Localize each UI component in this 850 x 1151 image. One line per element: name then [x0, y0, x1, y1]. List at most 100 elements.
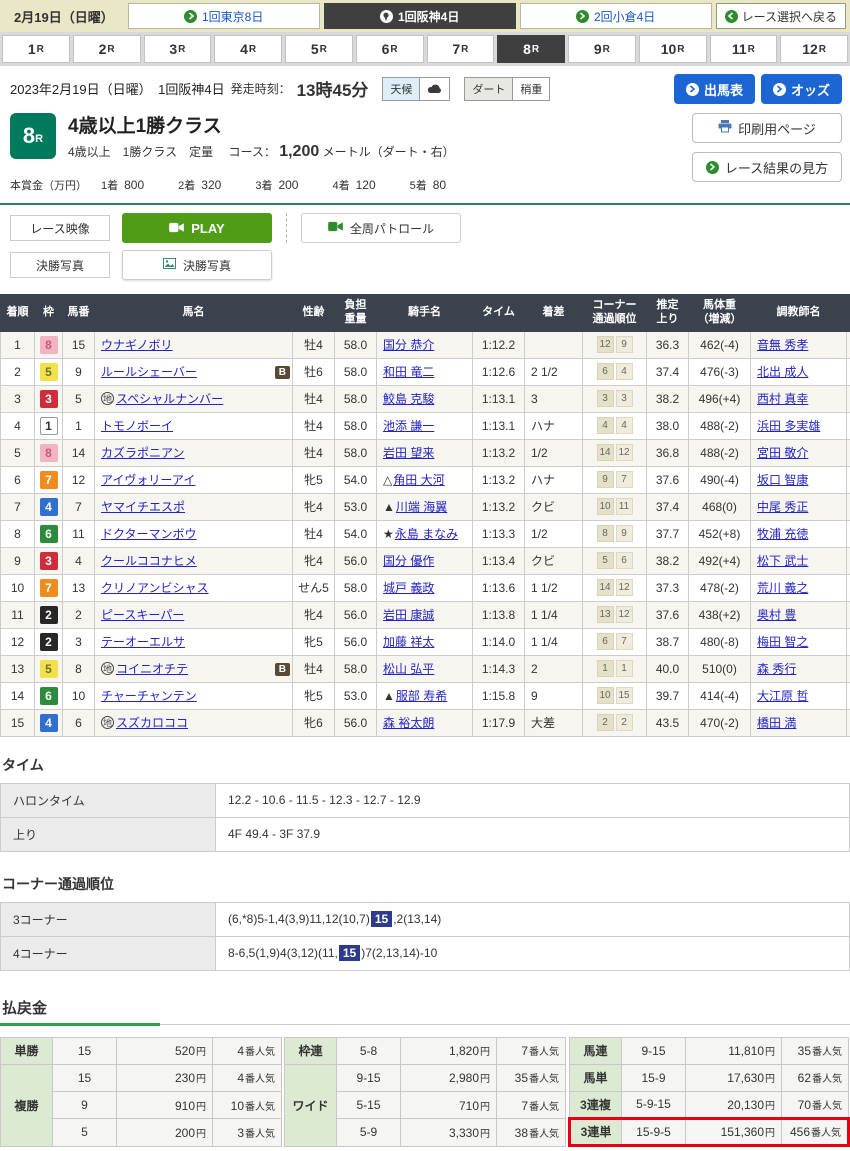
horse-name-link[interactable]: チャーチャンテン [101, 689, 197, 703]
jockey-link[interactable]: 松山 弘平 [383, 662, 434, 676]
time-cell: 1:13.6 [473, 574, 525, 601]
apprentice-mark: ▲ [383, 689, 395, 703]
trainer-link[interactable]: 坂口 智康 [757, 473, 808, 487]
horse-name-link[interactable]: スズカロココ [116, 716, 188, 730]
race-tab[interactable]: 1R [2, 35, 70, 63]
horse-name-link[interactable]: クリノアンビシャス [101, 581, 209, 595]
corner-order-cell: 1011 [583, 493, 647, 520]
time-cell: 1:13.8 [473, 601, 525, 628]
weather-badge: 天候 [382, 77, 450, 101]
day-tab-kokura[interactable]: 2回小倉4日 [520, 3, 712, 29]
result-row: 13 5 8 地コイニオチテB 牡4 58.0 松山 弘平 1:14.3 2 1… [1, 655, 850, 682]
jockey-link[interactable]: 角田 大河 [393, 473, 444, 487]
corner-order-cell: 129 [583, 331, 647, 358]
trainer-link[interactable]: 西村 真幸 [757, 392, 808, 406]
frame-badge: 4 [40, 714, 58, 732]
patrol-video-button[interactable]: 全周パトロール [301, 213, 461, 243]
trainer-link[interactable]: 音無 秀孝 [757, 338, 808, 352]
trainer-link[interactable]: 宮田 敬介 [757, 446, 808, 460]
trainer-link[interactable]: 荒川 義之 [757, 581, 808, 595]
jockey-link[interactable]: 国分 恭介 [383, 338, 434, 352]
trifecta-combo: 15-9-5 [622, 1118, 686, 1145]
jockey-link[interactable]: 岩田 康誠 [383, 608, 434, 622]
quinella-popularity: 35番人気 [782, 1037, 849, 1064]
trainer-link[interactable]: 梅田 智之 [757, 635, 808, 649]
race-conditions: 4歳以上 1勝クラス 定量 コース： 1,200 メートル（ダート・右） [68, 143, 455, 161]
print-page-button[interactable]: 印刷用ページ [692, 113, 842, 143]
horse-name-link[interactable]: ウナギノボリ [101, 338, 173, 352]
race-tab[interactable]: 5R [285, 35, 353, 63]
results-guide-button[interactable]: レース結果の見方 [692, 152, 842, 182]
day-tabs: 1回東京8日 1回阪神4日 2回小倉4日 [128, 3, 712, 29]
jockey-link[interactable]: 城戸 義政 [383, 581, 434, 595]
finish-pos-cell: 11 [1, 601, 35, 628]
race-tab[interactable]: 7R [427, 35, 495, 63]
weight-carried-cell: 53.0 [335, 682, 377, 709]
trainer-link[interactable]: 松下 武士 [757, 554, 808, 568]
jockey-link[interactable]: 国分 優作 [383, 554, 434, 568]
race-tab[interactable]: 11R [710, 35, 778, 63]
horse-name-link[interactable]: ドクターマンボウ [101, 527, 197, 541]
corner3-pos: 13 [597, 606, 614, 623]
race-tab[interactable]: 8R [497, 35, 565, 63]
race-tab[interactable]: 3R [144, 35, 212, 63]
jockey-link[interactable]: 森 裕太朗 [383, 716, 434, 730]
race-tab[interactable]: 6R [356, 35, 424, 63]
horse-name-link[interactable]: トモノボーイ [101, 419, 173, 433]
horse-name-link[interactable]: アイヴォリーアイ [101, 473, 195, 487]
trainer-link[interactable]: 中尾 秀正 [757, 500, 808, 514]
result-row: 12 2 3 テーオーエルサ 牝5 56.0 加藤 祥太 1:14.0 1 1/… [1, 628, 850, 655]
trainer-cell: 橋田 満 [751, 709, 847, 736]
horse-name-link[interactable]: ルールシェーバー [101, 365, 197, 379]
jockey-link[interactable]: 鮫島 克駿 [383, 392, 434, 406]
payout-row-quinella: 馬連 9-15 11,810円 35番人気 [570, 1037, 849, 1064]
trainer-link[interactable]: 牧浦 充徳 [757, 527, 808, 541]
last3f-cell: 43.5 [647, 709, 689, 736]
horse-name-cell: トモノボーイ [95, 412, 293, 439]
trainer-link[interactable]: 浜田 多実雄 [757, 419, 820, 433]
race-tab[interactable]: 9R [568, 35, 636, 63]
trainer-link[interactable]: 大江原 哲 [757, 689, 808, 703]
odds-button[interactable]: オッズ [761, 74, 842, 104]
trainer-link[interactable]: 奥村 豊 [757, 608, 796, 622]
race-tab[interactable]: 12R [780, 35, 848, 63]
corner3-pos: 6 [597, 363, 614, 380]
race-tab[interactable]: 4R [214, 35, 282, 63]
day-tab-tokyo[interactable]: 1回東京8日 [128, 3, 320, 29]
horse-name-link[interactable]: カズラポニアン [101, 446, 185, 460]
horse-name-link[interactable]: コイニオチテ [116, 662, 188, 676]
back-to-race-select-button[interactable]: レース選択へ戻る [716, 3, 846, 29]
horse-no-cell: 11 [63, 520, 95, 547]
trainer-link[interactable]: 森 秀行 [757, 662, 796, 676]
trainer-cell: 奥村 豊 [751, 601, 847, 628]
horse-name-link[interactable]: テーオーエルサ [101, 635, 185, 649]
finish-photo-button[interactable]: 決勝写真 [122, 250, 272, 280]
race-tab[interactable]: 2R [73, 35, 141, 63]
back-button-label: レース選択へ戻る [742, 8, 837, 25]
blinkers-badge: B [275, 663, 290, 676]
play-video-button[interactable]: PLAY [122, 213, 272, 243]
jockey-cell: ▲服部 寿希 [377, 682, 473, 709]
jockey-link[interactable]: 川端 海翼 [396, 500, 447, 514]
jockey-link[interactable]: 永島 まなみ [395, 527, 458, 541]
prize-item: 4着120 [332, 177, 375, 193]
horse-name-link[interactable]: ヤマイチエスポ [101, 500, 185, 514]
entry-table-button[interactable]: 出馬表 [674, 74, 755, 104]
jockey-link[interactable]: 服部 寿希 [396, 689, 447, 703]
trainer-link[interactable]: 橋田 満 [757, 716, 796, 730]
horse-name-link[interactable]: スペシャルナンバー [116, 392, 223, 406]
sex-age-cell: 牝5 [293, 682, 335, 709]
day-tab-hanshin-active[interactable]: 1回阪神4日 [324, 3, 516, 29]
race-tab[interactable]: 10R [639, 35, 707, 63]
last-up-value: 4F 49.4 - 3F 37.9 [216, 817, 850, 851]
horse-name-link[interactable]: ピースキーパー [101, 608, 184, 622]
jockey-link[interactable]: 加藤 祥太 [383, 635, 434, 649]
last3f-cell: 36.3 [647, 331, 689, 358]
trainer-link[interactable]: 北出 成人 [757, 365, 808, 379]
bet-type-trio: 3連複 [570, 1091, 622, 1118]
horse-name-link[interactable]: クールココナヒメ [101, 554, 197, 568]
jockey-link[interactable]: 岩田 望来 [383, 446, 434, 460]
jockey-link[interactable]: 池添 謙一 [383, 419, 434, 433]
jockey-link[interactable]: 和田 竜二 [383, 365, 434, 379]
wide-popularity: 38番人気 [497, 1119, 566, 1146]
